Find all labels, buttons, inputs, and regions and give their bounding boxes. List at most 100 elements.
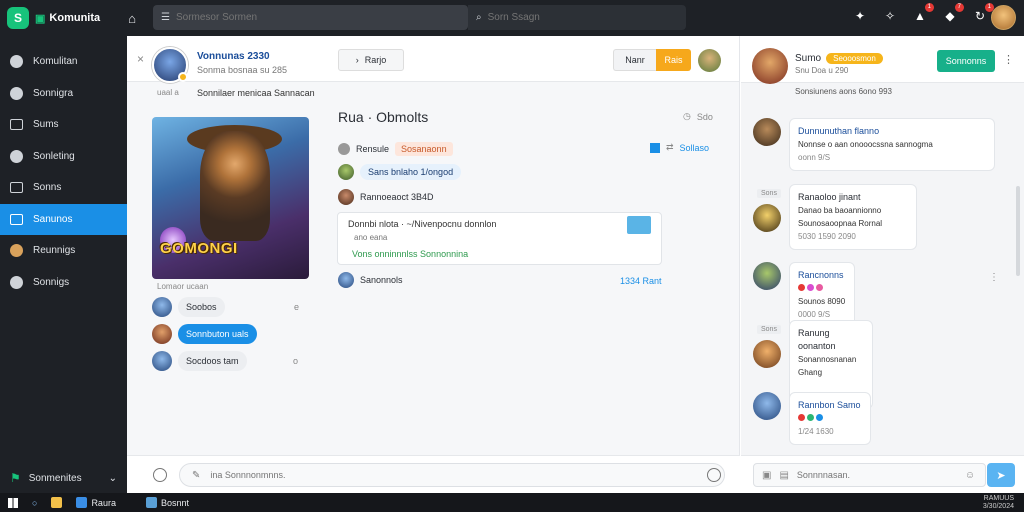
attach-icon[interactable] [153, 468, 167, 482]
avatar[interactable] [152, 324, 172, 344]
chip-row: Sonnbuton uals [152, 324, 257, 344]
sidebar-item-komulitan[interactable]: Komulitan [0, 46, 127, 78]
status-badge[interactable]: Sosanaonn [395, 142, 453, 156]
main-panel: × Vonnunas 2330 Sonma bosnaa su 285 › Rar… [127, 36, 740, 493]
menu-icon: ☰ [161, 12, 170, 23]
member-avatar[interactable] [698, 49, 721, 72]
avatar[interactable] [753, 262, 781, 290]
join-button[interactable]: Sonnonns [937, 50, 995, 72]
info-right[interactable]: ⇄ Sollaso [650, 142, 709, 153]
action-button[interactable]: › Rarjo [338, 49, 404, 71]
avatar[interactable] [752, 48, 788, 84]
secondary-button[interactable]: Nanr [613, 49, 656, 71]
sidebar-item-sanunos[interactable]: Sanunos [0, 203, 127, 235]
emoji-icon [816, 284, 823, 291]
taskbar-app[interactable]: Raura [76, 497, 116, 508]
image-icon: ▣ [762, 469, 772, 481]
pin-icon[interactable]: ✧ [882, 8, 898, 24]
chip[interactable]: Socdoos tam [178, 351, 247, 371]
app-icon [76, 497, 88, 508]
bell-icon[interactable]: ▲ 1 [912, 3, 934, 24]
sidebar-item-sonnigs[interactable]: Sonnigs [0, 267, 127, 299]
gif-icon: ▤ [779, 469, 789, 481]
close-icon[interactable]: × [137, 52, 144, 66]
folder-icon[interactable] [51, 497, 63, 508]
sidebar-footer[interactable]: ⚑ Sonmenites ⌄ [0, 471, 127, 485]
avatar[interactable] [338, 189, 354, 205]
avatar[interactable] [753, 340, 781, 368]
sparkle-icon[interactable]: ✦ [852, 8, 868, 24]
post-subtitle: Sonma bosnaa su 285 [197, 65, 288, 75]
taskbar-app[interactable]: Bosnnt [145, 497, 189, 508]
sidebar-item-sonns[interactable]: Sonns [0, 172, 127, 204]
avatar[interactable] [152, 297, 172, 317]
sidebar-item-reunnigs[interactable]: Reunnigs [0, 235, 127, 267]
avatar[interactable] [753, 118, 781, 146]
status-badge[interactable]: Seooosmon [826, 53, 883, 64]
chip-row: Socdoos tam [152, 351, 247, 371]
avatar[interactable] [753, 392, 781, 420]
message-bubble[interactable]: Rannbon Samo 1/24 1630 [789, 392, 871, 445]
message-bubble[interactable]: Ranaoloo jinant Danao ba baoannionno Sou… [789, 184, 917, 250]
info-row: Rensule Sosanaonn [338, 142, 453, 156]
emoji-icon [798, 284, 805, 291]
circle-icon [10, 86, 23, 100]
scrollbar[interactable] [1016, 186, 1020, 276]
brand-mark-icon: ▣ [35, 12, 46, 25]
community-icon: ⚑ [10, 471, 21, 485]
checkbox-icon [650, 142, 660, 153]
secondary-search[interactable]: ⌕ [468, 5, 686, 30]
send-button[interactable]: ➤ [987, 463, 1015, 487]
refresh-icon[interactable]: ↻ 1 [972, 3, 994, 24]
status-dot [178, 72, 188, 82]
megaphone-icon[interactable]: ◆ 7 [942, 3, 964, 24]
message-input[interactable] [210, 470, 651, 480]
composer: ✎ [127, 455, 740, 493]
post-header: × Vonnunas 2330 Sonma bosnaa su 285 › Rar… [127, 36, 739, 83]
app-logo[interactable]: S [7, 7, 29, 29]
secondary-search-input[interactable] [487, 12, 668, 23]
avatar[interactable] [338, 272, 354, 288]
emoji-row [798, 412, 862, 425]
primary-button[interactable]: Rais [656, 49, 691, 71]
avatar[interactable] [338, 164, 354, 180]
search-bar[interactable]: ☰ [153, 5, 468, 30]
search-input[interactable] [175, 12, 356, 23]
card-line-3[interactable]: Vons onninnnlss Sonnonnina [352, 249, 468, 259]
app-brand[interactable]: ▣ Komunita [35, 12, 100, 25]
system-tray[interactable]: RAMUUS 3/30/2024 [983, 495, 1014, 511]
home-icon[interactable]: ⌂ [128, 11, 136, 26]
sidebar-item-sonnigra[interactable]: Sonnigra [0, 78, 127, 110]
view-link[interactable]: 1334 Rant [620, 276, 662, 286]
user-pill[interactable]: Sans bnlaho 1/ongod [360, 164, 462, 180]
content-title: Rua · Obmolts [338, 109, 429, 125]
more-icon[interactable]: ⋮ [1003, 53, 1014, 66]
avatar[interactable] [152, 351, 172, 371]
sidebar-item-sums[interactable]: Sums [0, 109, 127, 141]
chat-input-box[interactable]: ▣ ▤ ☺ [753, 463, 986, 487]
search-icon[interactable]: ○ [32, 498, 37, 508]
message-box[interactable]: ✎ [179, 463, 725, 487]
chip[interactable]: Soobos [178, 297, 225, 317]
chat-composer: ▣ ▤ ☺ ➤ [741, 455, 1024, 493]
chip[interactable]: Sonnbuton uals [178, 324, 257, 344]
meta-text: Sonnilaer menicaa Sannacan [197, 88, 315, 98]
card-thumbnail[interactable] [627, 216, 651, 234]
content-tag[interactable]: ◷ Sdo [683, 111, 713, 122]
chat-input[interactable] [796, 470, 957, 480]
windows-icon[interactable] [8, 497, 18, 508]
message-bubble[interactable]: Dunnunuthan flanno Nonnse o aan onooocss… [789, 118, 995, 171]
square-icon [10, 119, 23, 131]
emoji-icon[interactable]: ☺ [965, 470, 975, 481]
sidebar-item-sonleting[interactable]: Sonleting [0, 141, 127, 173]
message-bubble[interactable]: Rancnonns Sounos 8090 0000 9/S [789, 262, 855, 328]
more-icon[interactable]: ⋮ [989, 272, 999, 283]
link-card[interactable]: Donnbi nlota · ~/Nivenpocnu donnlon ano … [337, 212, 662, 265]
avatar[interactable] [753, 204, 781, 232]
circle-icon [10, 244, 23, 258]
hero-image[interactable]: GOMONGI [152, 117, 309, 279]
square-icon [10, 213, 23, 225]
emoji-icon[interactable] [707, 468, 721, 482]
chat-message: Dunnunuthan flanno Nonnse o aan onooocss… [753, 118, 995, 171]
user-avatar[interactable] [991, 5, 1016, 30]
